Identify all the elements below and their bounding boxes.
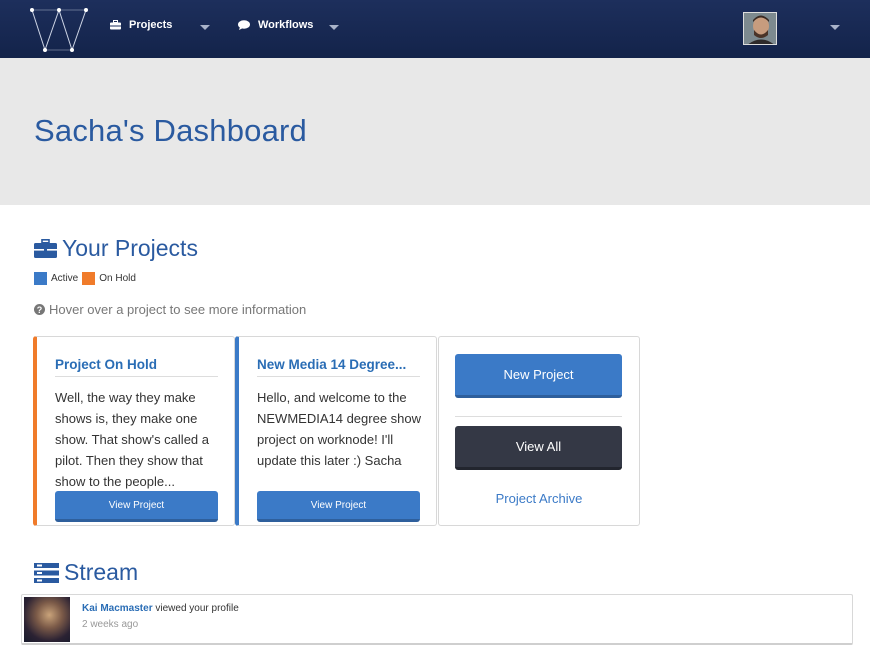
hover-hint: ? Hover over a project to see more infor… <box>34 302 306 317</box>
nav-projects-label: Projects <box>129 19 173 31</box>
divider <box>455 416 622 417</box>
project-card-description: Well, the way they make shows is, they m… <box>55 390 209 489</box>
view-all-button[interactable]: View All <box>455 426 622 470</box>
comment-icon <box>238 20 250 30</box>
page-title: Sacha's Dashboard <box>34 113 307 148</box>
nav-projects[interactable]: Projects <box>110 19 172 31</box>
project-card-description: Hello, and welcome to the NEWMEDIA14 deg… <box>257 390 422 468</box>
stream-action: viewed your profile <box>155 603 239 614</box>
legend-swatch-active <box>34 272 47 285</box>
stream-heading: Stream <box>34 559 138 586</box>
legend-label-active: Active <box>51 273 79 284</box>
projects-dropdown-caret-icon[interactable] <box>200 25 210 30</box>
status-legend: Active On Hold <box>34 272 140 285</box>
project-card-on-hold[interactable]: Project On Hold Well, the way they make … <box>33 336 235 526</box>
user-avatar[interactable] <box>743 12 777 45</box>
briefcase-icon <box>34 239 57 258</box>
projects-heading: Your Projects <box>34 235 198 262</box>
stream-item: Kai Macmaster viewed your profile 2 week… <box>21 594 853 645</box>
project-card-title[interactable]: Project On Hold <box>55 357 218 377</box>
project-card-active[interactable]: New Media 14 Degree... Hello, and welcom… <box>235 336 437 526</box>
w-logo-icon[interactable] <box>28 7 90 53</box>
stream-user-link[interactable]: Kai Macmaster <box>82 603 153 614</box>
new-project-button[interactable]: New Project <box>455 354 622 398</box>
stream-timestamp: 2 weeks ago <box>82 619 139 630</box>
nav-workflows-label: Workflows <box>258 19 314 31</box>
view-project-button[interactable]: View Project <box>257 491 420 522</box>
stream-item-text: Kai Macmaster viewed your profile <box>82 603 239 614</box>
legend-label-on-hold: On Hold <box>99 273 136 284</box>
legend-swatch-on-hold <box>82 272 96 285</box>
stream-list-icon <box>34 562 59 583</box>
briefcase-icon <box>110 20 121 30</box>
top-navbar: Projects Workflows <box>0 0 870 58</box>
stream-heading-text: Stream <box>64 559 139 585</box>
workflows-dropdown-caret-icon[interactable] <box>329 25 339 30</box>
view-project-button[interactable]: View Project <box>55 491 218 522</box>
stream-user-avatar[interactable] <box>24 597 70 642</box>
project-actions-card: New Project View All Project Archive <box>438 336 640 526</box>
user-menu-caret-icon[interactable] <box>830 25 840 30</box>
question-circle-icon: ? <box>34 304 45 315</box>
project-archive-link[interactable]: Project Archive <box>439 491 639 506</box>
nav-workflows[interactable]: Workflows <box>238 19 313 31</box>
hover-hint-text: Hover over a project to see more informa… <box>49 302 307 317</box>
projects-heading-text: Your Projects <box>62 235 198 261</box>
project-card-title[interactable]: New Media 14 Degree... <box>257 357 420 377</box>
